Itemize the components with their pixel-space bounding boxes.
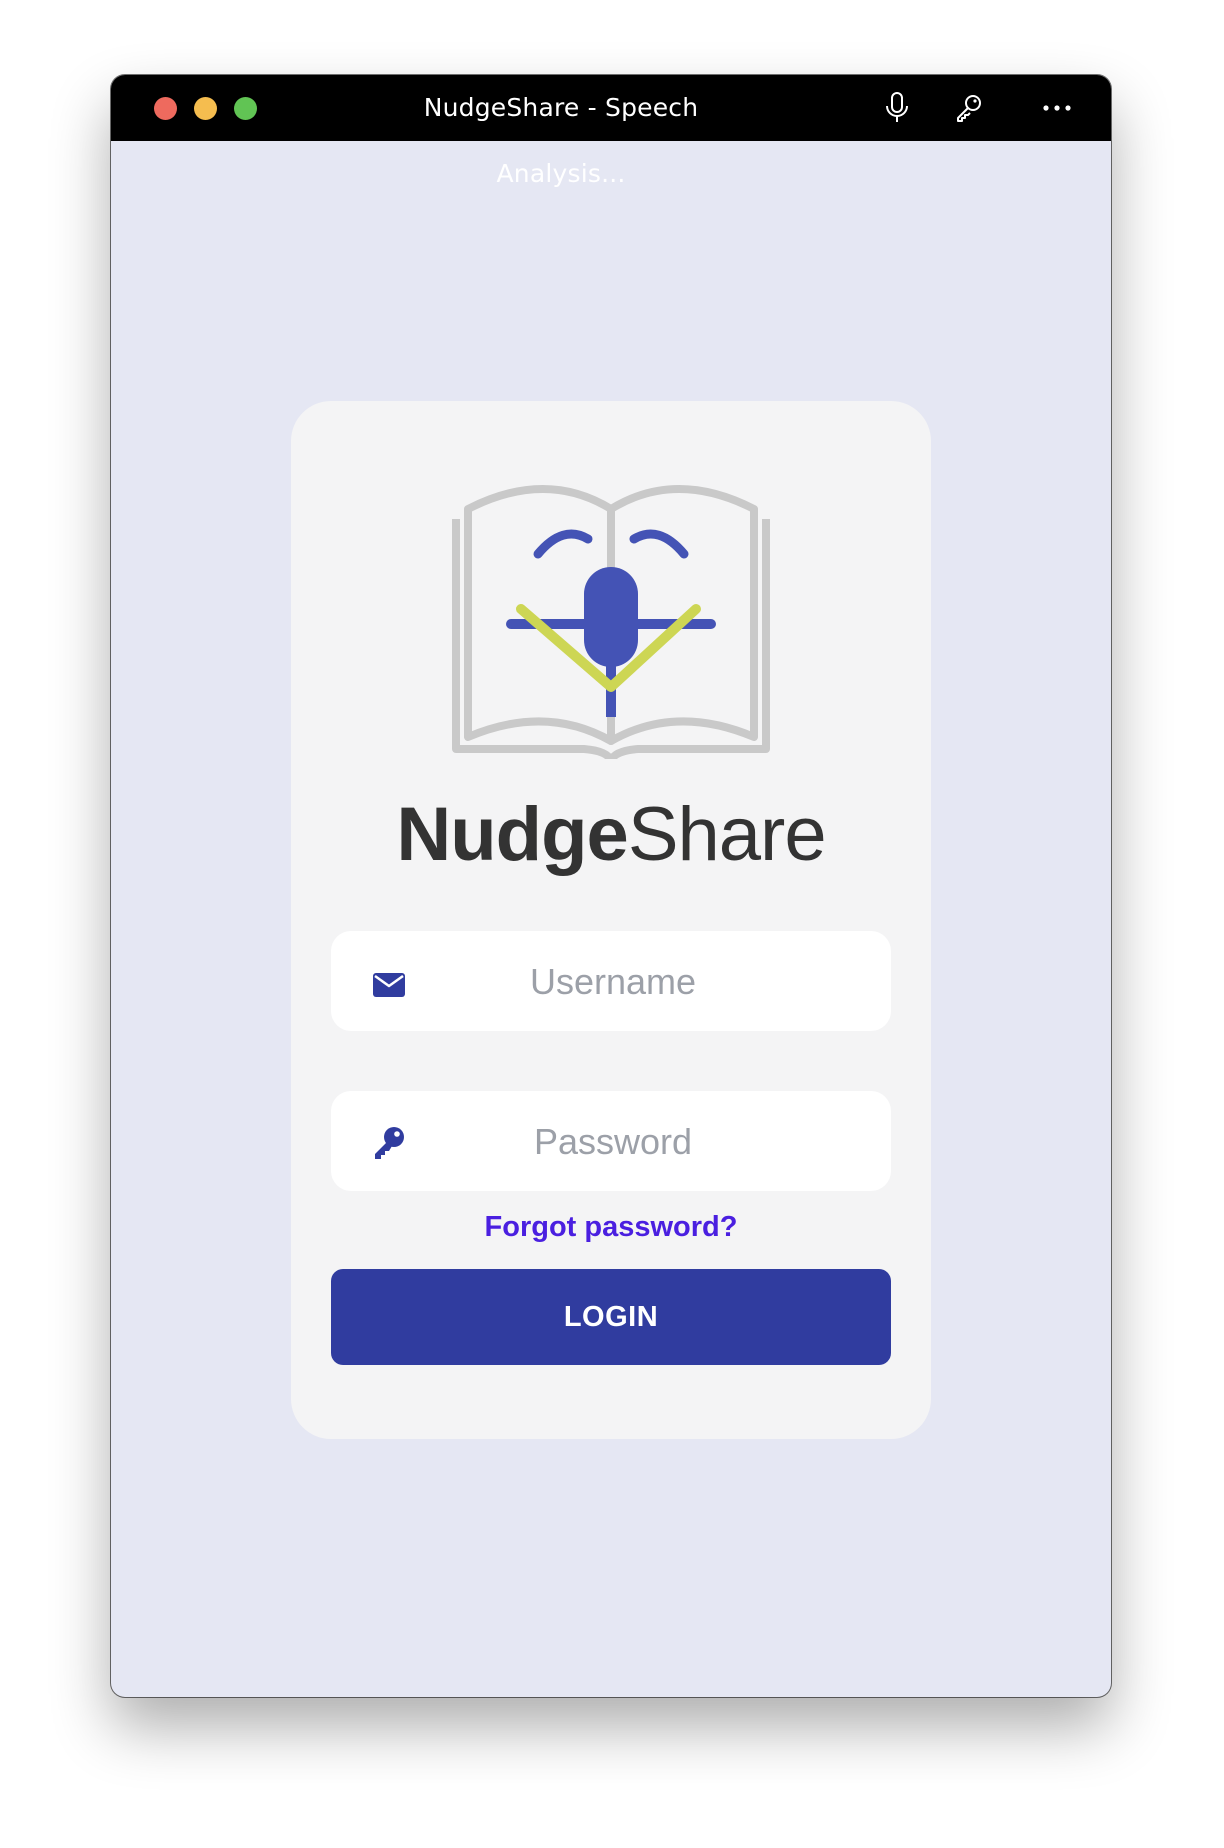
brand-name: NudgeShare <box>291 791 931 878</box>
username-input[interactable] <box>431 931 795 1033</box>
brand-name-bold: Nudge <box>396 792 628 877</box>
forgot-password-link[interactable]: Forgot password? <box>291 1211 931 1244</box>
window-title: NudgeShare - Speech Analysis... <box>423 93 699 188</box>
more-icon[interactable] <box>1039 90 1075 126</box>
password-input[interactable] <box>431 1091 795 1193</box>
title-bar: NudgeShare - Speech Analysis... <box>111 75 1111 188</box>
brand-name-light: Share <box>627 792 827 877</box>
login-card: NudgeShare Forgot password? LOGIN <box>291 401 931 1439</box>
password-field[interactable] <box>331 1091 891 1193</box>
microphone-icon[interactable] <box>879 90 915 126</box>
key-icon <box>375 1127 404 1159</box>
close-window-button[interactable] <box>154 97 177 120</box>
username-field[interactable] <box>331 931 891 1033</box>
app-window: NudgeShare - Speech Analysis... NudgeSha… <box>111 75 1111 1697</box>
key-icon[interactable] <box>951 90 987 126</box>
maximize-window-button[interactable] <box>234 97 257 120</box>
envelope-icon <box>373 973 405 997</box>
book-microphone-logo <box>452 485 770 759</box>
login-button[interactable]: LOGIN <box>331 1269 891 1365</box>
minimize-window-button[interactable] <box>194 97 217 120</box>
